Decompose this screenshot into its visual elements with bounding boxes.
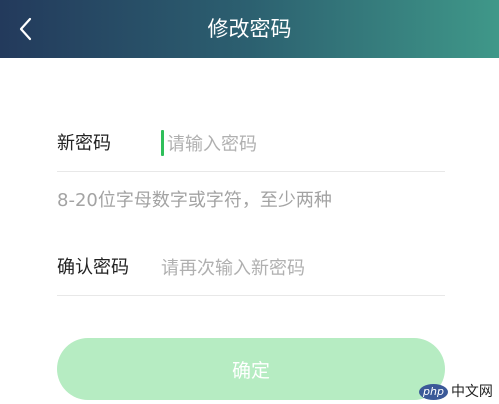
confirm-button[interactable]: 确定 bbox=[57, 338, 445, 400]
password-hint: 8-20位字母数字或字符，至少两种 bbox=[57, 190, 332, 211]
page-title: 修改密码 bbox=[207, 17, 292, 41]
chevron-left-icon bbox=[19, 17, 32, 41]
confirm-password-input[interactable] bbox=[161, 252, 441, 284]
confirm-password-row: 确认密码 bbox=[57, 240, 445, 296]
new-password-label: 新密码 bbox=[57, 133, 111, 154]
new-password-row: 新密码 bbox=[57, 116, 445, 172]
header-bar: 修改密码 bbox=[0, 0, 499, 58]
confirm-password-label: 确认密码 bbox=[57, 257, 129, 278]
new-password-input[interactable] bbox=[161, 128, 441, 160]
watermark-text: 中文网 bbox=[450, 384, 493, 400]
back-button[interactable] bbox=[6, 9, 46, 49]
